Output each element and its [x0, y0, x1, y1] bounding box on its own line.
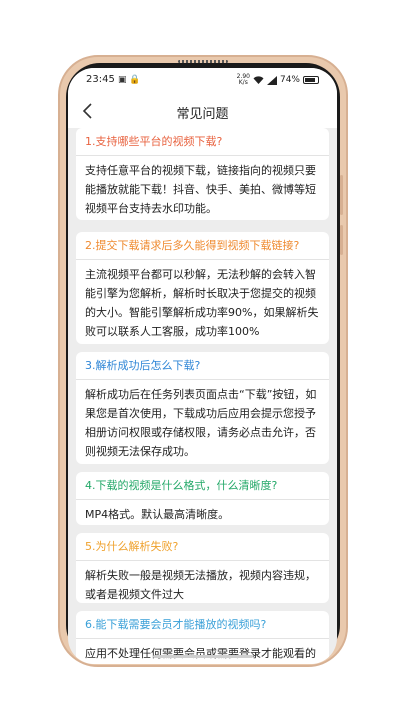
home-indicator[interactable]	[153, 655, 253, 658]
status-right: 2.90 K/s 74%	[237, 74, 319, 86]
status-bar: 23:45 ▣ 🔒 2.90 K/s 74%	[68, 68, 337, 94]
faq-question-5[interactable]: 5.为什么解析失败?	[76, 533, 329, 561]
faq-answer-6: 应用不处理任何需要会员或需要登录才能观看的视频	[85, 647, 316, 660]
volume-button	[340, 175, 343, 215]
faq-question-6[interactable]: 6.能下载需要会员才能播放的视频吗?	[76, 611, 329, 639]
screen: 23:45 ▣ 🔒 2.90 K/s 74% 常见问题 1.支持哪些平台的视频下…	[68, 68, 337, 664]
notification-icons: ▣ 🔒	[118, 75, 141, 85]
faq-card-2: 2.提交下载请求后多久能得到视频下载链接? 主流视频平台都可以秒解，无法秒解的会…	[76, 232, 329, 344]
faq-question-3[interactable]: 3.解析成功后怎么下载?	[76, 352, 329, 380]
battery-icon	[303, 76, 319, 84]
signal-icon	[266, 75, 277, 85]
battery-percent: 74%	[279, 75, 300, 85]
faq-card-5: 5.为什么解析失败? 解析失败一般是视频无法播放，视频内容违规，或者是视频文件过…	[76, 533, 329, 603]
wifi-icon	[253, 75, 264, 84]
faq-answer-5: 解析失败一般是视频无法播放，视频内容违规，或者是视频文件过大	[85, 569, 316, 601]
faq-card-4: 4.下载的视频是什么格式，什么清晰度? MP4格式。默认最高清晰度。	[76, 472, 329, 525]
page-title: 常见问题	[176, 107, 229, 122]
faq-answer-1: 支持任意平台的视频下载，链接指向的视频只要能播放就能下载！抖音、快手、美拍、微博…	[85, 164, 316, 215]
faq-answer-4: MP4格式。默认最高清晰度。	[85, 508, 230, 521]
faq-list: 1.支持哪些平台的视频下载? 支持任意平台的视频下载，链接指向的视频只要能播放就…	[68, 128, 337, 664]
faq-question-1[interactable]: 1.支持哪些平台的视频下载?	[76, 128, 329, 156]
network-speed: 2.90 K/s	[237, 74, 250, 86]
faq-answer-3: 解析成功后在任务列表页面点击“下载”按钮，如果您是首次使用，下载成功后应用会提示…	[85, 388, 317, 458]
faq-question-2[interactable]: 2.提交下载请求后多久能得到视频下载链接?	[76, 232, 329, 260]
network-speed-unit: K/s	[238, 79, 248, 86]
faq-card-3: 3.解析成功后怎么下载? 解析成功后在任务列表页面点击“下载”按钮，如果您是首次…	[76, 352, 329, 464]
faq-card-1: 1.支持哪些平台的视频下载? 支持任意平台的视频下载，链接指向的视频只要能播放就…	[76, 128, 329, 220]
navigation-bar: 常见问题	[68, 94, 337, 128]
power-button	[340, 225, 343, 255]
speaker-grille	[178, 60, 228, 63]
faq-question-4[interactable]: 4.下载的视频是什么格式，什么清晰度?	[76, 472, 329, 500]
faq-answer-2: 主流视频平台都可以秒解，无法秒解的会转入智能引擎为您解析，解析时长取决于您提交的…	[85, 268, 319, 338]
status-time: 23:45	[86, 74, 115, 85]
